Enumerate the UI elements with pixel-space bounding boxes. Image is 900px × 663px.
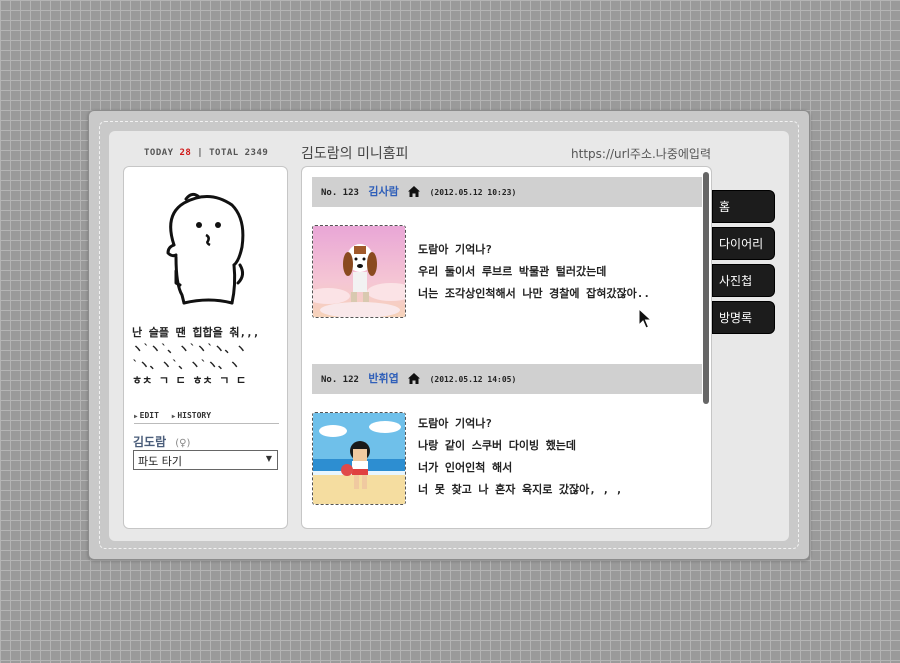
history-link-label: HISTORY	[177, 411, 212, 420]
entry-date: (2012.05.12 10:23)	[429, 188, 517, 197]
profile-panel: 난 슬플 땐 힙합을 춰,,, ヽ`ヽ`、ヽ`ヽ`ヽ、ヽ `ヽ、ヽ`、ヽ`ヽ、ヽ…	[123, 166, 288, 529]
mouse-cursor-icon	[638, 308, 652, 329]
history-link[interactable]: ▶ HISTORY	[172, 411, 211, 420]
status-line: `ヽ、ヽ`、ヽ`ヽ、ヽ	[132, 358, 240, 371]
guestbook-panel: No. 123 김사람 (2012.05.12 10:23) 도람아 기억나? …	[301, 166, 712, 529]
mood-select[interactable]: 파도 타기 ▼	[133, 450, 278, 470]
total-label: TOTAL	[209, 148, 239, 158]
dropdown-arrow-icon: ▼	[265, 454, 272, 463]
counter-separator: |	[197, 148, 204, 158]
entry-message: 도람아 기억나? 우리 둘이서 루브르 박물관 털러갔는데 너는 조각상인척해서…	[418, 239, 698, 305]
entry-message-line: 나랑 같이 스쿠버 다이빙 했는데	[418, 439, 577, 452]
entry-number: No. 122	[321, 375, 359, 385]
page-title: 김도람의 미니홈피	[301, 146, 409, 162]
triangle-right-icon: ▶	[171, 413, 176, 420]
today-count: 28	[179, 148, 192, 158]
tab-diary[interactable]: 다이어리	[712, 227, 775, 260]
entry-message-line: 너 못 찾고 나 혼자 육지로 갔잖아, , ,	[418, 483, 623, 496]
triangle-right-icon: ▶	[134, 413, 138, 420]
scrollbar[interactable]	[703, 172, 709, 404]
entry-message-line: 도람아 기억나?	[418, 243, 492, 256]
tab-guestbook[interactable]: 방명록	[712, 301, 775, 334]
status-line: ㅎㅊ ㄱ ㄷ ㅎㅊ ㄱ ㄷ	[132, 374, 247, 387]
tab-photos[interactable]: 사진첩	[712, 264, 775, 297]
status-line: ヽ`ヽ`、ヽ`ヽ`ヽ、ヽ	[132, 342, 247, 355]
profile-gender: (♀)	[175, 438, 191, 449]
entry-message: 도람아 기억나? 나랑 같이 스쿠버 다이빙 했는데 너가 인어인척 해서 너 …	[418, 413, 698, 501]
edit-link-label: EDIT	[139, 411, 159, 420]
mood-select-value: 파도 타기	[138, 455, 182, 468]
entry-message-line: 도람아 기억나?	[418, 417, 492, 430]
profile-links: ▶ EDIT ▶ HISTORY	[134, 411, 279, 424]
edit-link[interactable]: ▶ EDIT	[134, 411, 159, 420]
homepage-url[interactable]: https://url주소.나중에입력	[571, 145, 711, 162]
home-icon[interactable]	[408, 373, 421, 384]
entry-author[interactable]: 김사람	[368, 185, 398, 198]
today-label: TODAY	[144, 148, 174, 158]
menu-tabs: 홈 다이어리 사진첩 방명록	[712, 190, 775, 338]
entry-number: No. 123	[321, 188, 359, 198]
entry-message-line: 우리 둘이서 루브르 박물관 털러갔는데	[418, 265, 607, 278]
entry-header: No. 123 김사람 (2012.05.12 10:23)	[312, 177, 702, 207]
visitor-counter: TODAY 28 | TOTAL 2349	[144, 148, 268, 158]
profile-name-row: 김도람 (♀)	[133, 431, 190, 450]
entry-header: No. 122 반휘엽 (2012.05.12 14:05)	[312, 364, 702, 394]
tab-home[interactable]: 홈	[712, 190, 775, 223]
home-icon[interactable]	[408, 186, 421, 197]
profile-bear-image	[166, 192, 245, 305]
entry-date: (2012.05.12 14:05)	[429, 375, 517, 384]
status-line: 난 슬플 땐 힙합을 춰,,,	[132, 326, 260, 339]
entry-avatar-dog	[312, 225, 406, 318]
total-count: 2349	[244, 148, 269, 158]
entry-avatar-beach	[312, 412, 406, 505]
profile-status-text: 난 슬플 땐 힙합을 춰,,, ヽ`ヽ`、ヽ`ヽ`ヽ、ヽ `ヽ、ヽ`、ヽ`ヽ、ヽ…	[132, 325, 282, 389]
profile-name: 김도람	[133, 435, 167, 449]
entry-message-line: 너는 조각상인척해서 나만 경찰에 잡혀갔잖아..	[418, 287, 651, 300]
entry-message-line: 너가 인어인척 해서	[418, 461, 513, 474]
entry-author[interactable]: 반휘엽	[368, 372, 398, 385]
